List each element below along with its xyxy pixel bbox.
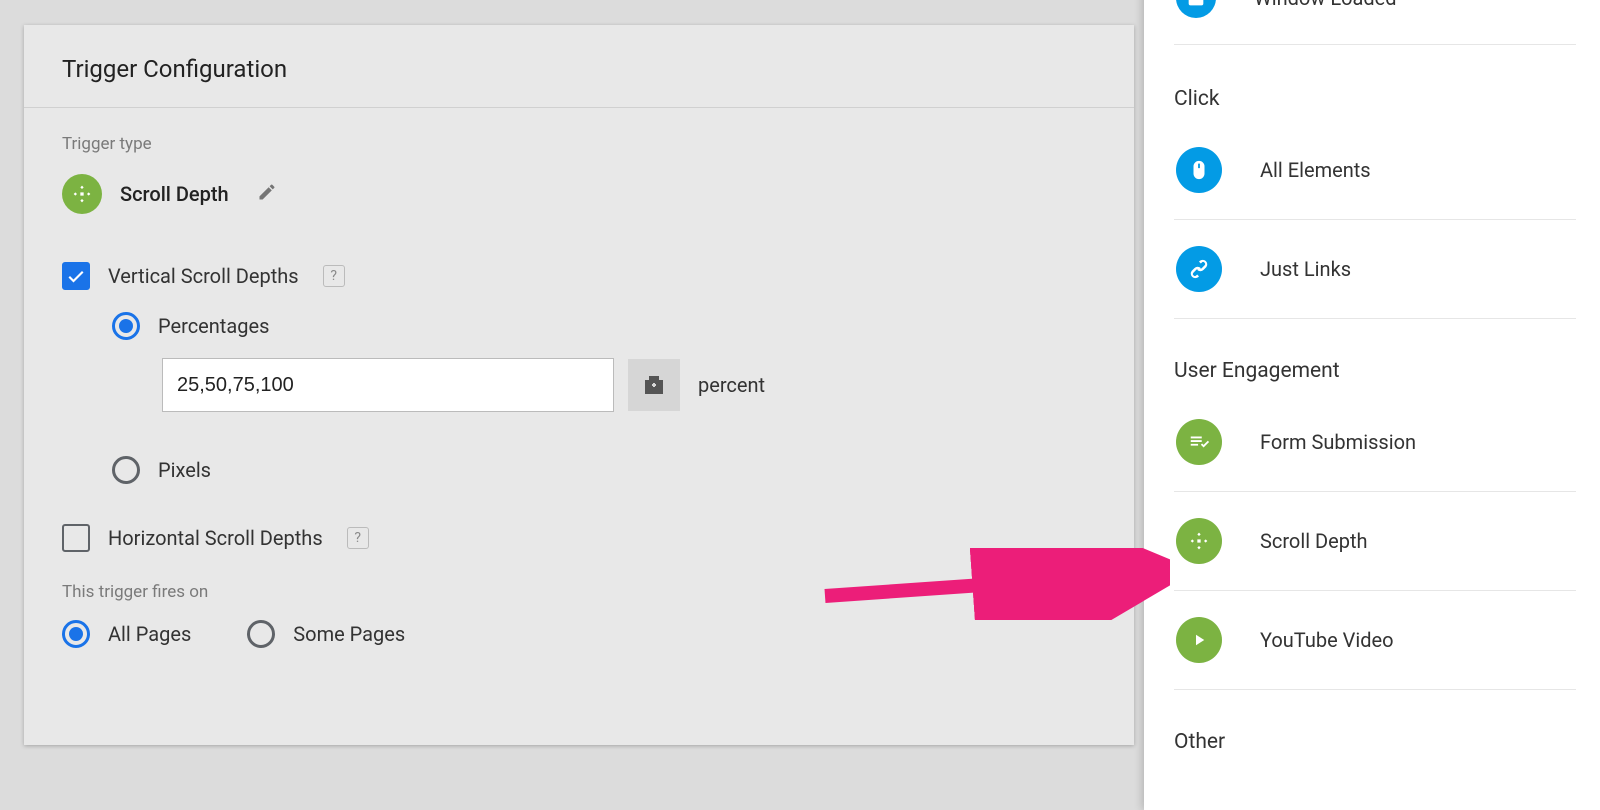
link-icon <box>1176 246 1222 292</box>
percent-unit: percent <box>698 373 765 397</box>
percentages-input[interactable] <box>162 358 614 412</box>
trigger-type-row[interactable]: Scroll Depth <box>62 174 1096 214</box>
section-other: Other <box>1174 690 1576 754</box>
some-pages-radio[interactable] <box>247 620 275 648</box>
percentages-input-row: percent <box>162 358 1096 412</box>
all-pages-radio[interactable] <box>62 620 90 648</box>
mouse-icon <box>1176 147 1222 193</box>
horizontal-scroll-depths-row: Horizontal Scroll Depths ? <box>62 524 1096 552</box>
pixels-radio-row: Pixels <box>112 456 1096 484</box>
horizontal-scroll-depths-checkbox[interactable] <box>62 524 90 552</box>
sidebar-item-all-elements[interactable]: All Elements <box>1174 121 1576 220</box>
trigger-config-panel: Trigger Configuration Trigger type Scrol… <box>24 25 1134 745</box>
sidebar-label-scroll-depth: Scroll Depth <box>1260 529 1368 553</box>
window-loaded-icon <box>1176 0 1216 18</box>
section-click: Click <box>1174 47 1576 121</box>
vertical-help-icon[interactable]: ? <box>323 265 345 287</box>
some-pages-label: Some Pages <box>293 622 405 646</box>
scroll-depth-icon <box>62 174 102 214</box>
fires-on-label: This trigger fires on <box>62 582 1096 602</box>
edit-trigger-type-icon[interactable] <box>257 182 277 206</box>
scroll-depth-sidebar-icon <box>1176 518 1222 564</box>
panel-body: Trigger type Scroll Depth Vertical Scrol… <box>24 108 1134 686</box>
pixels-radio[interactable] <box>112 456 140 484</box>
sidebar-label-just-links: Just Links <box>1260 257 1351 281</box>
form-icon <box>1176 419 1222 465</box>
panel-title: Trigger Configuration <box>24 25 1134 108</box>
vertical-scroll-depths-row: Vertical Scroll Depths ? <box>62 262 1096 290</box>
vertical-scroll-depths-checkbox[interactable] <box>62 262 90 290</box>
sidebar-label-window-loaded: Window Loaded <box>1254 0 1397 10</box>
sidebar-item-just-links[interactable]: Just Links <box>1174 220 1576 319</box>
section-user-engagement: User Engagement <box>1174 319 1576 393</box>
trigger-type-name: Scroll Depth <box>120 182 229 206</box>
fires-on-radio-group: All Pages Some Pages <box>62 620 1096 666</box>
play-icon <box>1176 617 1222 663</box>
horizontal-help-icon[interactable]: ? <box>347 527 369 549</box>
vertical-scroll-depths-label: Vertical Scroll Depths <box>108 264 299 288</box>
percentages-radio[interactable] <box>112 312 140 340</box>
trigger-type-sidebar: Window Loaded Click All Elements Just Li… <box>1144 0 1600 810</box>
percentages-radio-row: Percentages <box>112 312 1096 340</box>
all-pages-label: All Pages <box>108 622 191 646</box>
vertical-radio-group: Percentages percent Pixels <box>112 312 1096 484</box>
sidebar-label-form-submission: Form Submission <box>1260 430 1416 454</box>
trigger-type-label: Trigger type <box>62 134 1096 154</box>
variable-picker-button[interactable] <box>628 359 680 411</box>
sidebar-item-window-loaded[interactable]: Window Loaded <box>1174 0 1576 45</box>
percentages-label: Percentages <box>158 314 269 338</box>
sidebar-label-all-elements: All Elements <box>1260 158 1371 182</box>
sidebar-item-scroll-depth[interactable]: Scroll Depth <box>1174 492 1576 591</box>
all-pages-row: All Pages <box>62 620 191 648</box>
sidebar-label-youtube-video: YouTube Video <box>1260 628 1394 652</box>
pixels-label: Pixels <box>158 458 211 482</box>
some-pages-row: Some Pages <box>247 620 405 648</box>
sidebar-item-youtube-video[interactable]: YouTube Video <box>1174 591 1576 690</box>
sidebar-item-form-submission[interactable]: Form Submission <box>1174 393 1576 492</box>
horizontal-scroll-depths-label: Horizontal Scroll Depths <box>108 526 323 550</box>
